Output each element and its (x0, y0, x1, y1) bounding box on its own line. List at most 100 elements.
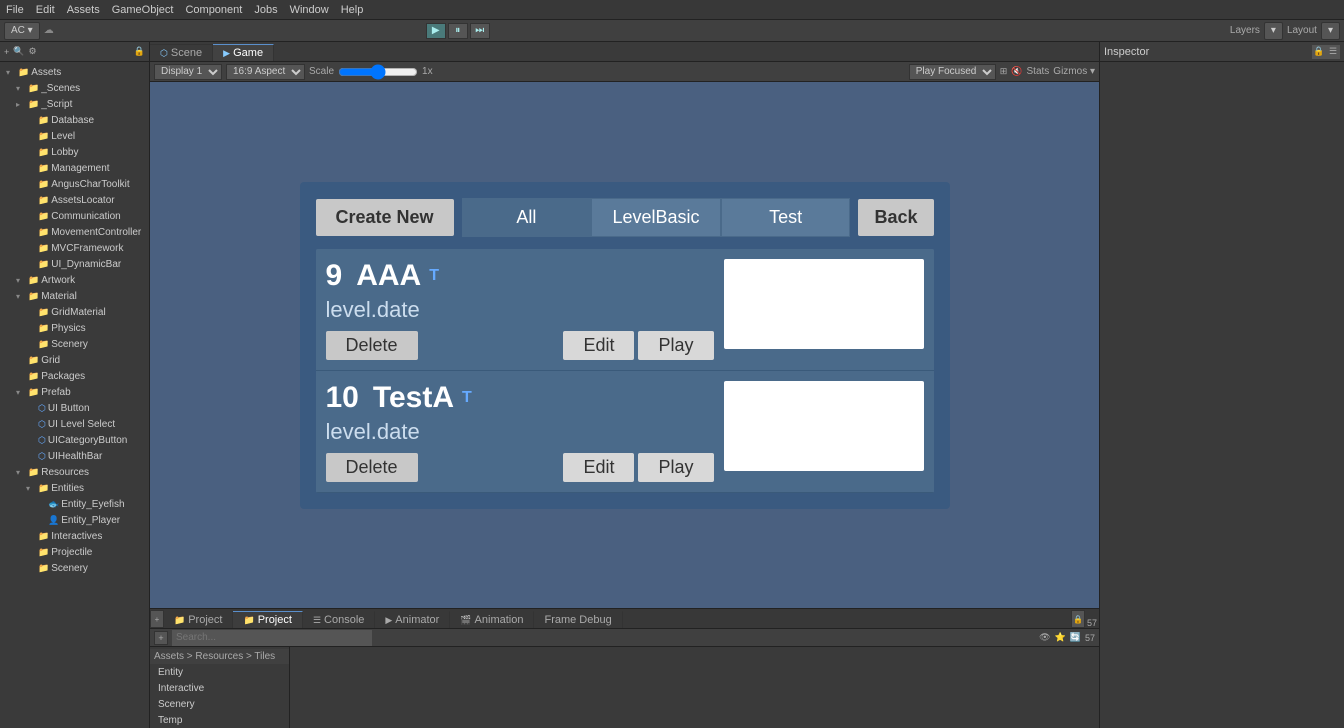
edit-button-0[interactable]: Edit (563, 331, 634, 360)
assets-scenes[interactable]: ▾📁 _Scenes (0, 80, 149, 96)
game-tab[interactable]: ▶ Game (213, 44, 274, 61)
levels-list: 9 AAA T level.date Delete Edit (316, 249, 934, 493)
inspector-lock-btn[interactable]: 🔒 (1312, 45, 1326, 59)
assets-uilevelselect[interactable]: ⬡ UI Level Select (0, 416, 149, 432)
bottom-entity-item[interactable]: Entity (150, 664, 289, 680)
assets-physics[interactable]: 📁 Physics (0, 320, 149, 336)
layers-dropdown[interactable]: ▾ (1264, 22, 1283, 40)
bottom-tab-project-2[interactable]: 📁 Project (233, 611, 302, 628)
menu-component[interactable]: Component (185, 4, 242, 16)
edit-button-1[interactable]: Edit (563, 453, 634, 482)
assets-movementcontroller[interactable]: 📁 MovementController (0, 224, 149, 240)
scale-slider[interactable] (338, 67, 418, 77)
bottom-interactive-item[interactable]: Interactive (150, 680, 289, 696)
project-icon-btn-1[interactable]: 👁 (1039, 632, 1050, 643)
assets-uihealthbar[interactable]: ⬡ UIHealthBar (0, 448, 149, 464)
create-new-button[interactable]: Create New (316, 199, 454, 236)
play-button-0[interactable]: Play (638, 331, 713, 360)
assets-uibutton[interactable]: ⬡ UI Button (0, 400, 149, 416)
assets-database[interactable]: 📁 Database (0, 112, 149, 128)
assets-mvcframework[interactable]: 📁 MVCFramework (0, 240, 149, 256)
back-button[interactable]: Back (858, 199, 933, 236)
bottom-tab-project-1[interactable]: 📁 Project (164, 611, 233, 628)
assets-gridmaterial[interactable]: 📁 GridMaterial (0, 304, 149, 320)
level-type-icon-0: T (429, 267, 439, 285)
assets-entities[interactable]: ▾📁 Entities (0, 480, 149, 496)
play-button-1[interactable]: Play (638, 453, 713, 482)
menu-edit[interactable]: Edit (36, 4, 55, 16)
menu-gameobject[interactable]: GameObject (112, 4, 174, 16)
level-name-1: TestA (373, 381, 454, 415)
assets-lobby[interactable]: 📁 Lobby (0, 144, 149, 160)
assets-add-btn[interactable]: + (4, 47, 9, 57)
level-preview-1 (724, 381, 924, 471)
level-date-0: level.date (326, 297, 714, 323)
assets-management[interactable]: 📁 Management (0, 160, 149, 176)
bottom-content: Assets > Resources > Tiles Entity Intera… (150, 647, 1099, 728)
filter-tab-all[interactable]: All (462, 198, 592, 237)
bottom-panel: + 📁 Project 📁 Project ☰ Console ▶ (150, 608, 1099, 728)
assets-entity-player[interactable]: 👤 Entity_Player (0, 512, 149, 528)
assets-scenery[interactable]: 📁 Scenery (0, 560, 149, 576)
stats-btn[interactable]: Stats (1027, 66, 1050, 77)
bottom-breadcrumb: Assets > Resources > Tiles (150, 649, 289, 664)
assets-uicategorybutton[interactable]: ⬡ UICategoryButton (0, 432, 149, 448)
assets-script[interactable]: ▸📁 _Script (0, 96, 149, 112)
assets-artwork[interactable]: ▾📁 Artwork (0, 272, 149, 288)
bottom-tab-animator-label: Animator (395, 614, 439, 626)
scene-tab[interactable]: ⬡ Scene (150, 44, 213, 61)
project-icon-btn-2[interactable]: ⭐ (1055, 632, 1066, 643)
bottom-temp-item[interactable]: Temp (150, 712, 289, 728)
bottom-tab-animator[interactable]: ▶ Animator (375, 611, 450, 628)
filter-tab-levelbasic[interactable]: LevelBasic (591, 198, 721, 237)
pause-button[interactable]: ⏸ (448, 23, 468, 39)
assets-material[interactable]: ▾📁 Material (0, 288, 149, 304)
assets-projectile[interactable]: 📁 Projectile (0, 544, 149, 560)
assets-packages[interactable]: 📁 Packages (0, 368, 149, 384)
assets-assetslocator[interactable]: 📁 AssetsLocator (0, 192, 149, 208)
menu-assets[interactable]: Assets (67, 4, 100, 16)
assets-root[interactable]: ▾📁 Assets (0, 64, 149, 80)
assets-options-btn[interactable]: ⚙ (28, 46, 36, 57)
bottom-add-btn[interactable]: + (154, 631, 168, 645)
bottom-tab-framedebug[interactable]: Frame Debug (534, 611, 622, 628)
add-tab-btn[interactable]: + (150, 610, 164, 628)
assets-entity-eyefish[interactable]: 🐟 Entity_Eyefish (0, 496, 149, 512)
bottom-tab-animation[interactable]: 🎬 Animation (450, 611, 534, 628)
assets-search-btn[interactable]: 🔍 (13, 46, 24, 57)
project-icon-btn-3[interactable]: 🔄 (1070, 632, 1081, 643)
delete-button-1[interactable]: Delete (326, 453, 418, 482)
step-button[interactable]: ⏭ (470, 23, 490, 39)
layout-dropdown[interactable]: ▾ (1321, 22, 1340, 40)
maximize-btn[interactable]: ⊞ (1000, 66, 1008, 77)
play-button[interactable]: ▶ (426, 23, 446, 39)
bottom-scenery-item[interactable]: Scenery (150, 696, 289, 712)
scene-tab-label: Scene (171, 47, 202, 59)
assets-scenery-mat[interactable]: 📁 Scenery (0, 336, 149, 352)
inspector-menu-btn[interactable]: ☰ (1326, 45, 1340, 59)
assets-resources[interactable]: ▾📁 Resources (0, 464, 149, 480)
aspect-dropdown[interactable]: 16:9 Aspect (226, 64, 305, 80)
menu-help[interactable]: Help (341, 4, 364, 16)
play-focused-dropdown[interactable]: Play Focused (909, 64, 996, 80)
assets-lock-btn[interactable]: 🔒 (134, 46, 145, 57)
bottom-tab-console[interactable]: ☰ Console (303, 611, 375, 628)
collapse-bottom-btn[interactable]: 🔒 (1071, 610, 1085, 628)
mute-btn[interactable]: 🔇 (1011, 66, 1022, 77)
menu-jobs[interactable]: Jobs (254, 4, 277, 16)
delete-button-0[interactable]: Delete (326, 331, 418, 360)
assets-level[interactable]: 📁 Level (0, 128, 149, 144)
assets-communication[interactable]: 📁 Communication (0, 208, 149, 224)
assets-uidynamicbar[interactable]: 📁 UI_DynamicBar (0, 256, 149, 272)
gizmos-btn[interactable]: Gizmos ▾ (1053, 66, 1095, 77)
ac-dropdown[interactable]: AC ▾ (4, 22, 40, 40)
assets-prefab[interactable]: ▾📁 Prefab (0, 384, 149, 400)
project-search-input[interactable] (172, 630, 372, 646)
assets-angus[interactable]: 📁 AngusCharToolkit (0, 176, 149, 192)
filter-tab-test[interactable]: Test (721, 198, 851, 237)
assets-grid[interactable]: 📁 Grid (0, 352, 149, 368)
menu-window[interactable]: Window (290, 4, 329, 16)
assets-interactives[interactable]: 📁 Interactives (0, 528, 149, 544)
display-dropdown[interactable]: Display 1 (154, 64, 222, 80)
menu-file[interactable]: File (6, 4, 24, 16)
